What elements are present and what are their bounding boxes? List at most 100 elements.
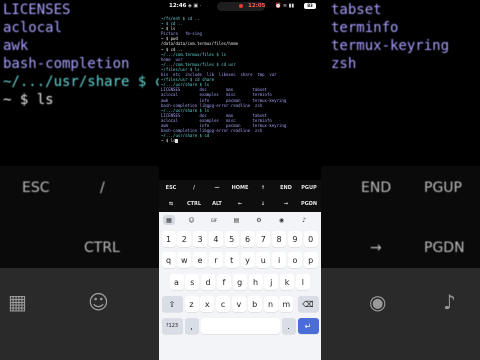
- bg-mic-icon: ♪: [443, 290, 456, 314]
- extra-key[interactable]: ↓: [252, 196, 275, 212]
- extra-key[interactable]: END: [275, 180, 298, 196]
- letter-key[interactable]: p: [303, 252, 318, 268]
- number-key[interactable]: 6: [240, 231, 255, 247]
- number-key[interactable]: 7: [256, 231, 271, 247]
- extra-key[interactable]: HOME: [229, 180, 252, 196]
- extra-key[interactable]: ←: [229, 196, 252, 212]
- bg-pgdn-key: PGDN: [424, 240, 465, 256]
- period-key[interactable]: .: [281, 318, 296, 334]
- number-key[interactable]: 9: [287, 231, 302, 247]
- letter-key[interactable]: n: [263, 296, 278, 312]
- extra-key[interactable]: CTRL: [183, 196, 206, 212]
- number-key[interactable]: 8: [272, 231, 287, 247]
- letter-key[interactable]: q: [161, 252, 176, 268]
- grid-icon[interactable]: ▦: [163, 215, 175, 225]
- background-terminal-line: ~ $ ls: [3, 92, 54, 108]
- status-bar: 12:46 ◈ ▣ · 12:05 ⏰ ≋ ▮▮ 83: [159, 0, 321, 12]
- terminal-cursor: [175, 138, 178, 143]
- recording-time: 12:05: [248, 3, 266, 9]
- letter-key[interactable]: j: [264, 274, 279, 290]
- clipboard-icon[interactable]: ▤: [231, 215, 243, 225]
- background-terminal-line: zsh: [331, 56, 357, 72]
- letter-key[interactable]: a: [169, 274, 184, 290]
- background-terminal-right: tabset terminfo termux-keyring zsh: [321, 0, 480, 166]
- letter-key[interactable]: u: [256, 252, 271, 268]
- extra-key[interactable]: PGDN: [298, 196, 321, 212]
- gif-icon[interactable]: GIF: [208, 215, 220, 225]
- letter-key[interactable]: h: [248, 274, 263, 290]
- letter-key[interactable]: w: [177, 252, 192, 268]
- letter-key[interactable]: g: [232, 274, 247, 290]
- battery-icon: 83: [304, 3, 316, 9]
- letter-key[interactable]: d: [201, 274, 216, 290]
- letter-key[interactable]: x: [200, 296, 215, 312]
- extra-key[interactable]: PGUP: [298, 180, 321, 196]
- letter-key[interactable]: k: [280, 274, 295, 290]
- bg-right-arrow-key: →: [370, 240, 382, 256]
- background-terminal-line: terminfo: [331, 20, 399, 36]
- enter-key[interactable]: ↵: [297, 318, 319, 334]
- extra-key[interactable]: ESC: [160, 180, 183, 196]
- phone-screen: 12:46 ◈ ▣ · 12:05 ⏰ ≋ ▮▮ 83 ~/fs/ent $ c…: [159, 0, 321, 360]
- sticker-icon[interactable]: ☺: [186, 215, 198, 225]
- letter-key[interactable]: e: [193, 252, 208, 268]
- background-terminal-line: ~/.../usr/share $ cd: [3, 74, 159, 90]
- space-key[interactable]: [200, 318, 280, 334]
- keyboard-toolbar: ▦ ☺ GIF ▤ ⚙ ◉ ♪: [159, 212, 321, 228]
- number-key[interactable]: 1: [161, 231, 176, 247]
- letter-key[interactable]: o: [287, 252, 302, 268]
- bg-esc-key: ESC: [22, 180, 50, 196]
- extra-key[interactable]: →: [275, 196, 298, 212]
- letter-key[interactable]: s: [185, 274, 200, 290]
- bg-end-key: END: [361, 180, 392, 196]
- extra-key[interactable]: ⇆: [160, 196, 183, 212]
- palette-icon[interactable]: ◉: [276, 215, 288, 225]
- number-key[interactable]: 4: [208, 231, 223, 247]
- recording-dot-icon: [239, 3, 243, 8]
- backspace-key[interactable]: ⌫: [297, 296, 319, 312]
- mic-icon[interactable]: ♪: [298, 215, 310, 225]
- background-terminal-line: tabset: [331, 2, 382, 18]
- background-terminal-line: LICENSES: [3, 2, 71, 18]
- extra-keys-bar: ESC / — HOME ↑ END PGUP ⇆ CTRL ALT ← ↓ → PGDN: [159, 180, 321, 212]
- background-terminal-line: termux-keyring: [331, 38, 450, 54]
- letter-key[interactable]: i: [272, 252, 287, 268]
- letter-key[interactable]: v: [231, 296, 246, 312]
- shift-key[interactable]: ⇧: [161, 296, 183, 312]
- extra-key[interactable]: ↑: [252, 180, 275, 196]
- letter-key[interactable]: y: [240, 252, 255, 268]
- extra-key[interactable]: /: [183, 180, 206, 196]
- background-terminal-line: bash-completion: [3, 56, 130, 72]
- number-key[interactable]: 2: [177, 231, 192, 247]
- terminal-output[interactable]: ~/fs/ent $ cd .. ~ $ cd .. ~ $ ls Picture f…: [159, 13, 321, 180]
- extra-key[interactable]: ALT: [206, 196, 229, 212]
- letter-key[interactable]: z: [184, 296, 199, 312]
- extra-key[interactable]: —: [206, 180, 229, 196]
- soft-keyboard: ▦ ☺ GIF ▤ ⚙ ◉ ♪ 1 2 3 4 5 6 7 8 9 0 q w e r t y u i o p a s d f g h j k l ⇧ z…: [159, 212, 321, 360]
- background-terminal-line: aclocal: [3, 20, 63, 36]
- letter-key[interactable]: c: [216, 296, 231, 312]
- number-key[interactable]: 0: [303, 231, 318, 247]
- numeric-key[interactable]: ?123: [161, 318, 183, 334]
- background-extra-keys-left: ESC / CTRL: [0, 166, 159, 268]
- background-keyboard-right: ◉ ♪: [321, 268, 480, 360]
- letter-key[interactable]: m: [279, 296, 294, 312]
- letter-key[interactable]: f: [216, 274, 231, 290]
- number-key[interactable]: 5: [224, 231, 239, 247]
- background-right: tabset terminfo termux-keyring zsh END PGUP…: [321, 0, 480, 360]
- letter-key[interactable]: l: [295, 274, 310, 290]
- number-key[interactable]: 3: [193, 231, 208, 247]
- letter-key[interactable]: r: [208, 252, 223, 268]
- background-keyboard-left: ▦ ☺: [0, 268, 159, 360]
- background-terminal-left: LICENSES aclocal awk bash-completion ~/.../u…: [0, 0, 159, 166]
- bg-grid-icon: ▦: [8, 290, 27, 314]
- status-time: 12:46: [169, 3, 187, 9]
- letter-key[interactable]: t: [224, 252, 239, 268]
- background-extra-keys-right: END PGUP → PGDN: [321, 166, 480, 268]
- bg-sticker-icon: ☺: [88, 290, 109, 314]
- background-left: LICENSES aclocal awk bash-completion ~/.../u…: [0, 0, 159, 360]
- settings-icon[interactable]: ⚙: [253, 215, 265, 225]
- signal-wifi-icon: ⏰ ≋ ▮▮: [275, 3, 295, 9]
- letter-key[interactable]: b: [247, 296, 262, 312]
- comma-key[interactable]: ,: [184, 318, 199, 334]
